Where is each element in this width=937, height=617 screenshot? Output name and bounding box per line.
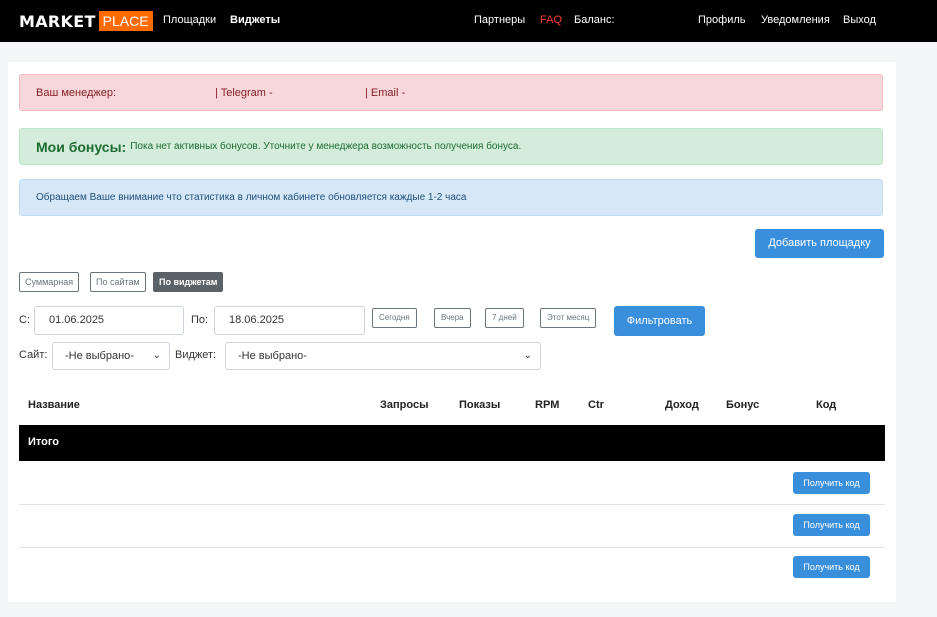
chevron-down-icon: ⌄ [152, 350, 161, 361]
get-code-button[interactable]: Получить код [793, 472, 870, 494]
logo[interactable]: MARKET PLACE [19, 11, 153, 31]
manager-label: Ваш менеджер: [36, 86, 117, 99]
widget-select[interactable]: -Не выбрано- ⌄ [225, 342, 541, 370]
nav-link-widgets[interactable]: Виджеты [230, 14, 280, 26]
widget-select-value: -Не выбрано- [238, 350, 307, 362]
total-label: Итого [28, 436, 60, 448]
content-panel: Ваш менеджер: | Telegram - | Email - Мои… [8, 62, 896, 602]
email-label: | Email - [365, 86, 406, 99]
bonus-text: Пока нет активных бонусов. Уточните у ме… [130, 141, 522, 152]
manager-alert: Ваш менеджер: | Telegram - | Email - [19, 74, 883, 111]
table-total-row: Итого [19, 425, 885, 461]
get-code-button[interactable]: Получить код [793, 514, 870, 536]
col-header-bonus[interactable]: Бонус [726, 399, 759, 411]
nav-link-partners[interactable]: Партнеры [474, 14, 525, 26]
tab-by-widgets[interactable]: По виджетам [153, 272, 224, 292]
table-row: Получить код [19, 548, 885, 590]
nav-link-sites[interactable]: Площадки [163, 14, 216, 26]
stats-notice-text: Обращаем Ваше внимание что статистика в … [36, 192, 467, 203]
tab-summary[interactable]: Суммарная [19, 272, 80, 292]
nav-link-logout[interactable]: Выход [843, 14, 876, 26]
bonus-title: Мои бонусы: [36, 138, 127, 155]
nav-link-notifications[interactable]: Уведомления [761, 14, 830, 26]
range-this-month-button[interactable]: Этот месяц [540, 308, 597, 328]
bonus-alert: Мои бонусы: Пока нет активных бонусов. У… [19, 128, 883, 165]
tab-by-sites[interactable]: По сайтам [90, 272, 146, 292]
col-header-impressions[interactable]: Показы [459, 399, 500, 411]
site-select[interactable]: -Не выбрано- ⌄ [52, 342, 170, 370]
col-header-name[interactable]: Название [28, 399, 80, 411]
date-from-input[interactable]: 01.06.2025 [34, 306, 184, 335]
add-site-button[interactable]: Добавить площадку [755, 229, 884, 258]
nav-link-faq[interactable]: FAQ [540, 14, 562, 26]
table-row: Получить код [19, 505, 885, 548]
range-7days-button[interactable]: 7 дней [485, 308, 524, 328]
range-yesterday-button[interactable]: Вчера [434, 308, 471, 328]
date-to-label: По: [191, 314, 209, 326]
date-from-label: С: [19, 314, 30, 326]
col-header-income[interactable]: Доход [665, 399, 699, 411]
site-select-value: -Не выбрано- [65, 350, 134, 362]
filter-button[interactable]: Фильтровать [614, 306, 705, 336]
stats-notice-alert: Обращаем Ваше внимание что статистика в … [19, 179, 883, 216]
widget-select-label: Виджет: [175, 349, 217, 361]
balance-label: Баланс: [574, 14, 615, 26]
col-header-code[interactable]: Код [816, 399, 836, 411]
range-today-button[interactable]: Сегодня [372, 308, 417, 328]
date-to-input[interactable]: 18.06.2025 [214, 306, 365, 335]
get-code-button[interactable]: Получить код [793, 556, 870, 578]
telegram-label: | Telegram - [215, 86, 273, 99]
logo-accent-text: PLACE [98, 11, 153, 31]
col-header-rpm[interactable]: RPM [535, 399, 559, 411]
col-header-ctr[interactable]: Ctr [588, 399, 604, 411]
site-select-label: Сайт: [19, 349, 48, 361]
nav-link-profile[interactable]: Профиль [698, 14, 746, 26]
chevron-down-icon: ⌄ [523, 350, 532, 361]
top-navbar: MARKET PLACE Площадки Виджеты Партнеры F… [0, 0, 937, 42]
logo-main-text: MARKET [19, 11, 96, 31]
table-row: Получить код [19, 462, 885, 505]
col-header-requests[interactable]: Запросы [380, 399, 428, 411]
